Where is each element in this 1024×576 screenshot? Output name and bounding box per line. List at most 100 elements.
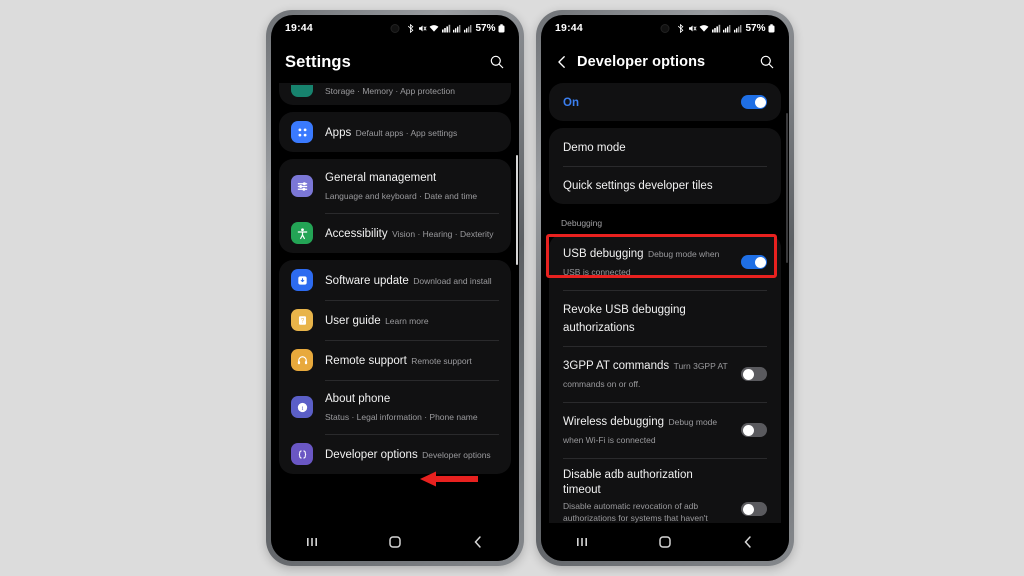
wifi-icon	[700, 24, 709, 32]
annotation-arrow	[420, 471, 478, 487]
page-title: Settings	[285, 52, 351, 71]
master-toggle-card: On	[549, 83, 781, 121]
sidebar-item-apps[interactable]: Apps Default apps · App settings	[279, 112, 511, 152]
right-app-bar: Developer options	[541, 41, 789, 83]
signal-icon-2	[453, 24, 461, 32]
list-item-subtitle: Status · Legal information · Phone name	[325, 412, 478, 422]
left-status-bar: 19:44 57%	[271, 15, 519, 41]
list-item-quick-settings-tiles[interactable]: Quick settings developer tiles	[549, 166, 781, 204]
right-screen: 19:44 57% Developer options On Demo mode…	[541, 15, 789, 561]
device-care-icon	[291, 85, 313, 97]
scrollbar-thumb[interactable]	[516, 155, 518, 265]
list-item-title: Developer options	[325, 449, 418, 461]
front-camera-punchhole	[390, 24, 400, 33]
back-chevron-icon[interactable]	[555, 55, 569, 69]
list-item-subtitle: Learn more	[385, 316, 429, 326]
sidebar-item-about-phone[interactable]: i About phone Status · Legal information…	[279, 380, 511, 434]
list-item-subtitle: Vision · Hearing · Dexterity	[392, 229, 494, 239]
search-icon[interactable]	[489, 54, 505, 70]
recents-icon[interactable]	[562, 535, 602, 549]
search-icon[interactable]	[759, 54, 775, 70]
home-icon[interactable]	[375, 534, 415, 550]
list-item-usb-debugging[interactable]: USB debugging Debug mode when USB is con…	[549, 234, 781, 290]
list-item-partial[interactable]: Storage · Memory · App protection	[279, 83, 511, 105]
battery-percent: 57%	[745, 22, 766, 34]
signal-icon-3	[463, 24, 472, 32]
signal-icon	[441, 24, 451, 32]
front-camera-punchhole	[660, 24, 670, 33]
list-item-title: Accessibility	[325, 228, 388, 240]
left-settings-list[interactable]: Storage · Memory · App protection Apps D…	[271, 83, 519, 523]
list-item-demo-mode[interactable]: Demo mode	[549, 128, 781, 166]
sidebar-item-general-management[interactable]: General management Language and keyboard…	[279, 159, 511, 213]
sidebar-item-accessibility[interactable]: Accessibility Vision · Hearing · Dexteri…	[279, 213, 511, 253]
back-icon[interactable]	[728, 534, 768, 550]
list-item-title: Apps	[325, 127, 352, 139]
list-item-title: USB debugging	[563, 248, 644, 260]
list-item-title: General management	[325, 172, 437, 184]
list-item-revoke-usb-authorizations[interactable]: Revoke USB debugging authorizations	[549, 290, 781, 346]
status-clock: 19:44	[285, 22, 313, 34]
list-item-title: Software update	[325, 275, 409, 287]
right-nav-bar	[541, 523, 789, 561]
wireless-debugging-toggle[interactable]	[741, 423, 767, 437]
list-item-subtitle: Developer options	[422, 450, 491, 460]
mute-icon	[418, 25, 427, 31]
3gpp-at-commands-toggle[interactable]	[741, 367, 767, 381]
bluetooth-icon	[408, 23, 414, 33]
status-icons: 57%	[407, 23, 505, 34]
left-nav-bar	[271, 523, 519, 561]
section-header-debugging: Debugging	[561, 218, 603, 228]
screenshot-stage: 19:44 57% Settings Storage · Memory · Ap…	[0, 0, 1024, 576]
list-item-title: Demo mode	[563, 142, 626, 154]
wifi-icon	[430, 24, 439, 32]
phone-right: 19:44 57% Developer options On Demo mode…	[536, 10, 794, 566]
list-item-subtitle: Language and keyboard · Date and time	[325, 191, 478, 201]
sliders-icon	[291, 175, 313, 197]
disable-adb-timeout-toggle[interactable]	[741, 502, 767, 516]
master-toggle-switch[interactable]	[741, 95, 767, 109]
signal-icon	[711, 24, 721, 32]
developer-card-debugging: USB debugging Debug mode when USB is con…	[549, 234, 781, 523]
list-item-subtitle: Storage · Memory · App protection	[325, 86, 455, 96]
list-item-title: User guide	[325, 315, 381, 327]
developer-options-list[interactable]: On Demo mode Quick settings developer ti…	[541, 83, 789, 523]
recents-icon[interactable]	[292, 535, 332, 549]
list-item-subtitle: Default apps · App settings	[355, 128, 458, 138]
status-icons: 57%	[677, 23, 775, 34]
status-clock: 19:44	[555, 22, 583, 34]
list-item-subtitle: Download and install	[413, 276, 492, 286]
settings-card-main: Software update Download and install ? U…	[279, 260, 511, 474]
developer-options-master-toggle[interactable]: On	[549, 83, 781, 121]
svg-text:i: i	[301, 404, 303, 411]
sidebar-item-software-update[interactable]: Software update Download and install	[279, 260, 511, 300]
signal-icon-3	[733, 24, 742, 32]
battery-icon	[768, 23, 775, 32]
developer-card-top: Demo mode Quick settings developer tiles	[549, 128, 781, 204]
list-item-title: Disable adb authorization timeout	[563, 469, 693, 496]
list-item-title: 3GPP AT commands	[563, 360, 670, 372]
master-toggle-label: On	[563, 97, 579, 109]
usb-debugging-toggle[interactable]	[741, 255, 767, 269]
left-app-bar: Settings	[271, 41, 519, 83]
sidebar-item-user-guide[interactable]: ? User guide Learn more	[279, 300, 511, 340]
list-item-wireless-debugging[interactable]: Wireless debugging Debug mode when Wi-Fi…	[549, 402, 781, 458]
settings-card-apps: Apps Default apps · App settings	[279, 112, 511, 152]
sidebar-item-developer-options[interactable]: Developer options Developer options	[279, 434, 511, 474]
page-title: Developer options	[577, 54, 706, 70]
list-item-3gpp-at-commands[interactable]: 3GPP AT commands Turn 3GPP AT commands o…	[549, 346, 781, 402]
right-status-bar: 19:44 57%	[541, 15, 789, 41]
home-icon[interactable]	[645, 534, 685, 550]
user-guide-icon: ?	[291, 309, 313, 331]
battery-percent: 57%	[475, 22, 496, 34]
phone-left: 19:44 57% Settings Storage · Memory · Ap…	[266, 10, 524, 566]
sidebar-item-remote-support[interactable]: Remote support Remote support	[279, 340, 511, 380]
list-item-title: Remote support	[325, 355, 407, 367]
braces-icon	[291, 443, 313, 465]
scrollbar-thumb[interactable]	[786, 113, 788, 263]
list-item-title: Quick settings developer tiles	[563, 180, 713, 192]
back-icon[interactable]	[458, 534, 498, 550]
list-item-disable-adb-timeout[interactable]: Disable adb authorization timeout Disabl…	[549, 458, 781, 523]
list-item-subtitle: Remote support	[411, 356, 472, 366]
apps-grid-icon	[291, 121, 313, 143]
